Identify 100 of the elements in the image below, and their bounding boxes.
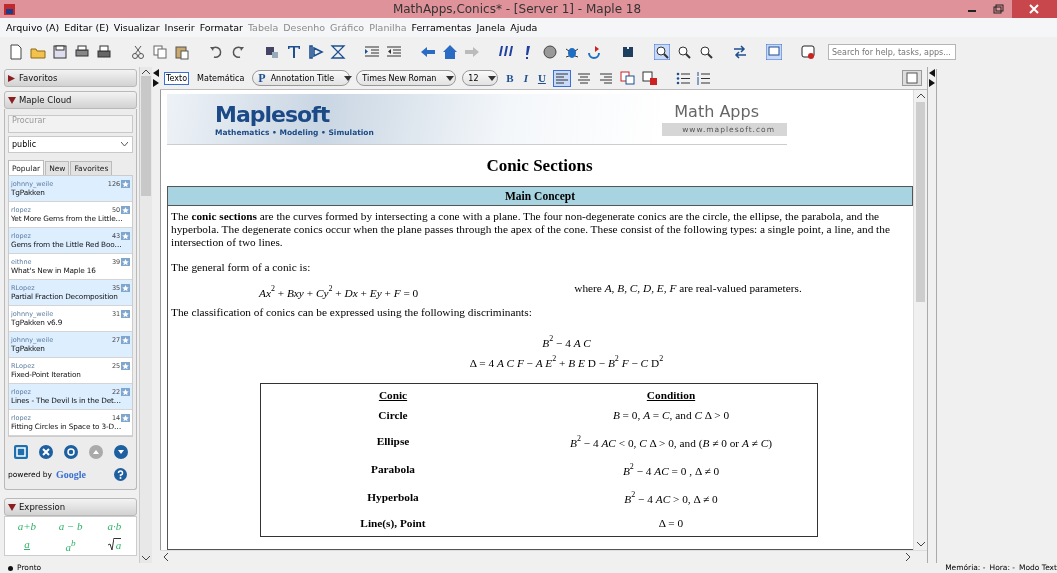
rating-icon	[121, 361, 131, 370]
scroll-down-icon[interactable]	[142, 556, 151, 561]
menu-item[interactable]: Inserir	[164, 22, 195, 33]
zoom-out-icon[interactable]	[698, 44, 714, 60]
size-dropdown[interactable]: 12	[462, 70, 499, 86]
scrollbar[interactable]	[913, 90, 927, 550]
window-title: MathApps,Conics* - [Server 1] - Maple 18	[391, 2, 643, 16]
style-dropdown[interactable]: P Annotation Title	[252, 70, 351, 86]
scroll-down-icon[interactable]	[916, 542, 925, 547]
style-marker: P	[258, 70, 266, 86]
palette-toggle-icon[interactable]	[902, 70, 922, 86]
equation-note: where A, B, C, D, E, F are real-valued parameters.	[574, 282, 802, 296]
font-dropdown[interactable]: Times New Roman	[356, 70, 457, 86]
align-center-icon[interactable]	[575, 70, 592, 86]
zoom-in-icon[interactable]	[676, 44, 692, 60]
bold-button[interactable]: B	[504, 72, 516, 84]
redo-icon[interactable]	[230, 44, 246, 60]
mode-tab[interactable]: Texto	[164, 71, 190, 85]
undo-icon[interactable]	[208, 44, 224, 60]
paragraph: The general form of a conic is:	[171, 261, 312, 274]
new-document-icon[interactable]	[8, 44, 24, 60]
scroll-up-icon[interactable]	[916, 93, 925, 98]
scroll-thumb[interactable]	[916, 102, 925, 302]
indent-icon[interactable]	[364, 44, 380, 60]
dropdown-arrow-icon	[344, 75, 353, 81]
menu-item[interactable]: Ferramentas	[411, 22, 472, 33]
printer-icon[interactable]	[96, 44, 112, 60]
prompt-icon[interactable]	[308, 44, 324, 60]
paste-icon[interactable]	[174, 44, 190, 60]
hourglass-icon[interactable]	[330, 44, 346, 60]
rating-icon	[121, 283, 131, 292]
text-color-icon[interactable]	[619, 70, 636, 86]
palette-header[interactable]: Favoritos	[4, 69, 138, 87]
text-icon[interactable]	[286, 44, 302, 60]
table-cell: Ellipse	[260, 428, 525, 456]
equation: Δ = 4 A C F − A E$^{2}$ + B E D − B$^{2}$ F − C D$^{2}$	[469, 353, 664, 371]
menu-item[interactable]: Editar (E)	[64, 22, 109, 33]
save-icon[interactable]	[52, 44, 68, 60]
italic-button[interactable]: I	[521, 72, 530, 84]
collapse-triangle-icon[interactable]	[8, 96, 16, 104]
app-icon	[3, 2, 16, 16]
app-name: Math Apps	[674, 102, 759, 121]
column-header: Conic	[260, 383, 525, 404]
column-header: Condition	[525, 383, 818, 404]
menu-item[interactable]: Ajuda	[510, 22, 538, 33]
table-cell: Hyperbola	[260, 484, 525, 512]
table-cell: B$^{2}$ − 4 AC < 0, C Δ > 0, and (B ≠ 0 or A ≠ C)	[525, 428, 818, 456]
outdent-icon[interactable]	[386, 44, 402, 60]
bullet-list-icon[interactable]	[675, 70, 690, 86]
rating-icon	[121, 387, 131, 396]
collapse-triangle-icon[interactable]	[8, 503, 16, 511]
status-dot-icon	[8, 565, 13, 571]
back-arrow-icon[interactable]	[420, 44, 436, 60]
maplesoft-logo: Maplesoft	[215, 103, 331, 127]
scroll-left-icon[interactable]	[163, 553, 168, 561]
document-title: Conic Sections	[485, 156, 594, 176]
style-name: Annotation Title	[270, 73, 335, 83]
underline-button[interactable]: U	[535, 72, 548, 84]
home-icon[interactable]	[442, 44, 458, 60]
align-right-icon[interactable]	[597, 70, 614, 86]
scissors-icon[interactable]	[130, 44, 146, 60]
radical-icon	[107, 538, 114, 551]
menu-item[interactable]: Arquivo (A)	[6, 22, 60, 33]
dropdown-arrow-icon	[446, 75, 455, 81]
highlight-color-icon[interactable]	[641, 70, 658, 86]
font-name: Times New Roman	[362, 73, 437, 83]
palette-title: Favoritos	[19, 73, 58, 83]
restart-icon[interactable]	[586, 44, 602, 60]
menu-item[interactable]: Janela	[476, 22, 506, 33]
menu-item[interactable]: Formatar	[199, 22, 243, 33]
scrollbar[interactable]	[139, 67, 152, 563]
section-header[interactable]: Main Concept	[168, 187, 913, 206]
palette-header[interactable]: Expression	[4, 498, 138, 516]
rating-icon	[121, 231, 131, 240]
paragraph: The conic sections are the curves formed by intersecting a cone with a plane. The four non-degenerate conics are the circle, the ellipse, the parabola, and the hyperbola. The degenerate conics occur when the plane passes through the apex of the cone. These consist of the following types: a single point, a line, and the intersection of two lines.	[171, 210, 891, 249]
rating-icon	[121, 205, 131, 214]
scroll-up-icon[interactable]	[142, 69, 151, 74]
swap-arrows-icon[interactable]	[732, 44, 748, 60]
menu-item[interactable]: Visualizar	[113, 22, 160, 33]
group-dropdown[interactable]: public	[8, 136, 134, 153]
expand-triangle-icon[interactable]	[8, 74, 16, 82]
chevron-down-icon	[121, 142, 129, 147]
align-left-icon[interactable]	[553, 70, 570, 86]
search-field[interactable]: Search for help, tasks, apps...	[828, 44, 956, 60]
mode-tab[interactable]: Matemática	[195, 71, 247, 85]
paragraph: The classification of conics can be expressed using the following discriminants:	[171, 306, 533, 319]
font-size-value: 12	[468, 73, 479, 83]
close-icon[interactable]	[1012, 0, 1057, 18]
dropdown-arrow-icon	[488, 75, 497, 81]
zoom-icon[interactable]	[654, 44, 670, 60]
table-cell: B = 0, A = C, and C Δ > 0	[525, 404, 818, 428]
copy-icon[interactable]	[152, 44, 168, 60]
numbered-list-icon[interactable]	[695, 70, 710, 86]
close-icon[interactable]	[38, 445, 53, 459]
print-icon[interactable]	[74, 44, 90, 60]
palette-title: Maple Cloud	[19, 95, 72, 105]
scroll-thumb[interactable]	[141, 76, 152, 196]
scroll-right-icon[interactable]	[906, 553, 911, 561]
palette-header[interactable]: Maple Cloud	[4, 91, 138, 109]
equation: B$^{2}$ − 4 A C	[542, 333, 591, 351]
